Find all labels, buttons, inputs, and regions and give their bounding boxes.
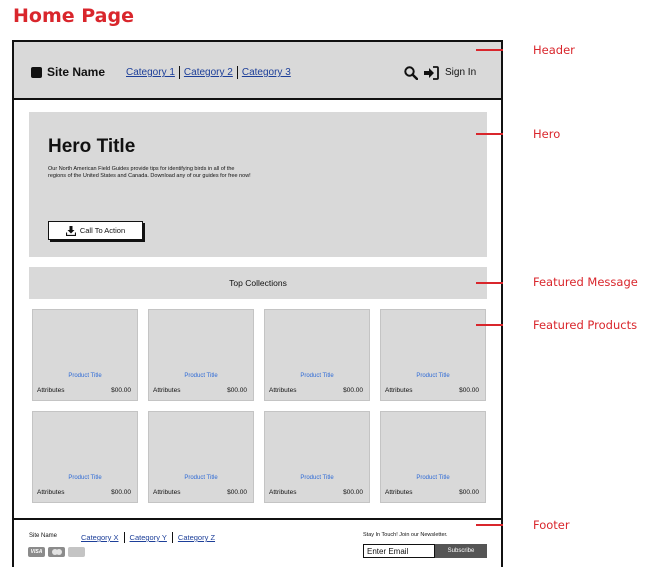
page-title: Home Page: [13, 5, 134, 27]
product-price: $00.00: [459, 489, 479, 496]
product-title[interactable]: Product Title: [381, 373, 485, 379]
call-to-action-label: Call To Action: [79, 226, 126, 235]
product-title[interactable]: Product Title: [33, 475, 137, 481]
logo-icon[interactable]: [31, 67, 42, 78]
product-card[interactable]: Product Title Attributes $00.00: [264, 309, 370, 401]
nav-category-3[interactable]: Category 3: [242, 67, 291, 78]
header-annotation: Header: [533, 43, 575, 57]
nav-category-1[interactable]: Category 1: [126, 67, 175, 78]
hero-annotation: Hero: [533, 127, 561, 141]
product-attributes: Attributes: [37, 387, 65, 394]
footer-nav: Category X Category Y Category Z: [81, 532, 215, 543]
product-attributes: Attributes: [153, 387, 181, 394]
product-card[interactable]: Product Title Attributes $00.00: [32, 411, 138, 503]
product-card[interactable]: Product Title Attributes $00.00: [380, 411, 486, 503]
sign-in-icon[interactable]: [424, 66, 439, 80]
hero-annotation-line: [476, 133, 503, 135]
hero-title: Hero Title: [48, 136, 136, 157]
subscribe-button[interactable]: Subscribe: [435, 544, 487, 558]
featured-message: Top Collections: [29, 267, 487, 299]
product-title[interactable]: Product Title: [265, 475, 369, 481]
amex-icon: [68, 547, 85, 557]
product-card[interactable]: Product Title Attributes $00.00: [148, 309, 254, 401]
product-attributes: Attributes: [385, 387, 413, 394]
product-card[interactable]: Product Title Attributes $00.00: [264, 411, 370, 503]
product-title[interactable]: Product Title: [149, 373, 253, 379]
search-icon[interactable]: [404, 66, 418, 80]
product-title[interactable]: Product Title: [381, 475, 485, 481]
product-title[interactable]: Product Title: [33, 373, 137, 379]
product-card[interactable]: Product Title Attributes $00.00: [380, 309, 486, 401]
nav-divider: [236, 66, 238, 79]
nav-divider: [123, 532, 125, 543]
wireframe: Site Name Category 1 Category 2 Category…: [12, 40, 503, 567]
featured-products-annotation-line: [476, 324, 503, 326]
product-attributes: Attributes: [269, 387, 297, 394]
nav-divider: [171, 532, 173, 543]
nav-category-2[interactable]: Category 2: [184, 67, 233, 78]
footer-annotation: Footer: [533, 518, 570, 532]
newsletter-label: Stay In Touch! Join our Newsletter.: [363, 532, 448, 538]
featured-products-annotation: Featured Products: [533, 318, 638, 332]
header-annotation-line: [476, 49, 503, 51]
main-nav: Category 1 Category 2 Category 3: [126, 66, 291, 79]
product-price: $00.00: [459, 387, 479, 394]
mastercard-icon: [48, 547, 65, 557]
call-to-action-button[interactable]: Call To Action: [48, 221, 143, 240]
hero-text: Our North American Field Guides provide …: [48, 166, 251, 179]
site-name[interactable]: Site Name: [47, 65, 105, 79]
sign-in-link[interactable]: Sign In: [445, 67, 476, 78]
product-card[interactable]: Product Title Attributes $00.00: [148, 411, 254, 503]
product-price: $00.00: [111, 387, 131, 394]
featured-message-annotation-line: [476, 282, 503, 284]
site-header: Site Name Category 1 Category 2 Category…: [14, 42, 501, 100]
download-icon: [65, 225, 76, 236]
nav-divider: [178, 66, 180, 79]
product-attributes: Attributes: [37, 489, 65, 496]
footer-annotation-line: [476, 524, 503, 526]
hero-section: Hero Title Our North American Field Guid…: [29, 112, 487, 257]
featured-message-annotation: Featured Message: [533, 275, 638, 289]
product-attributes: Attributes: [269, 489, 297, 496]
product-card[interactable]: Product Title Attributes $00.00: [32, 309, 138, 401]
product-attributes: Attributes: [385, 489, 413, 496]
footer-site-name[interactable]: Site Name: [29, 533, 57, 539]
product-price: $00.00: [343, 489, 363, 496]
footer-category-y[interactable]: Category Y: [130, 533, 167, 542]
email-input[interactable]: Enter Email: [363, 544, 435, 558]
product-attributes: Attributes: [153, 489, 181, 496]
product-price: $00.00: [227, 489, 247, 496]
product-price: $00.00: [111, 489, 131, 496]
product-title[interactable]: Product Title: [265, 373, 369, 379]
visa-icon: VISA: [28, 547, 45, 557]
product-price: $00.00: [227, 387, 247, 394]
site-footer: Site Name Category X Category Y Category…: [14, 518, 501, 567]
footer-category-z[interactable]: Category Z: [178, 533, 215, 542]
footer-category-x[interactable]: Category X: [81, 533, 119, 542]
product-title[interactable]: Product Title: [149, 475, 253, 481]
product-price: $00.00: [343, 387, 363, 394]
